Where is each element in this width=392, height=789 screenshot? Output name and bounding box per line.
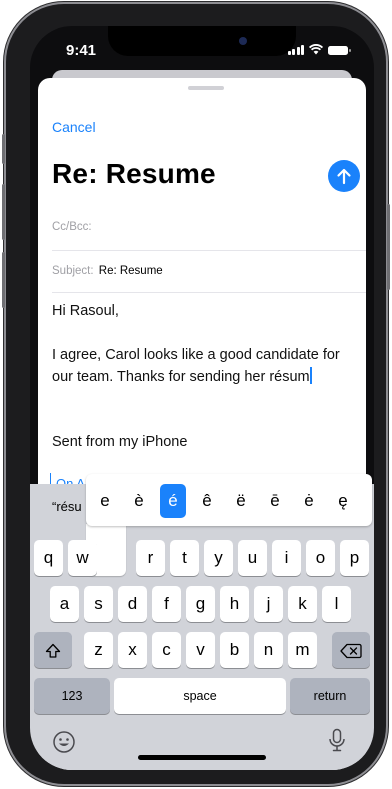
send-button[interactable]	[328, 160, 360, 192]
volume-down-button	[2, 252, 5, 308]
power-button	[387, 204, 390, 290]
body-paragraph[interactable]: I agree, Carol looks like a good candida…	[52, 344, 340, 388]
key-h[interactable]: h	[220, 586, 249, 622]
accent-key[interactable]: ë	[228, 484, 254, 518]
key-q[interactable]: q	[34, 540, 63, 576]
battery-icon	[328, 46, 351, 55]
shift-icon	[45, 643, 61, 658]
status-icons	[287, 44, 351, 55]
keyboard: “résu e è é ê ë ē ė ę q w r t y u i o p	[30, 474, 374, 770]
arrow-up-icon	[337, 168, 351, 185]
accent-key[interactable]: ē	[262, 484, 288, 518]
key-u[interactable]: u	[238, 540, 267, 576]
key-r[interactable]: r	[136, 540, 165, 576]
key-l[interactable]: l	[322, 586, 351, 622]
accent-popup: e è é ê ë ē ė ę	[86, 474, 372, 526]
key-s[interactable]: s	[84, 586, 113, 622]
dictation-button[interactable]	[328, 728, 346, 759]
signal-icon	[287, 45, 304, 55]
key-v[interactable]: v	[186, 632, 215, 668]
body-line: I agree, Carol looks like a good candida…	[52, 347, 340, 363]
screen: 9:41 Cancel Re: Resume Cc/Bcc: Subject: …	[30, 26, 374, 770]
shift-key[interactable]	[34, 632, 72, 668]
microphone-icon	[329, 728, 345, 752]
key-y[interactable]: y	[204, 540, 233, 576]
delete-icon	[340, 643, 362, 658]
accent-key-selected[interactable]: é	[160, 484, 186, 518]
key-o[interactable]: o	[306, 540, 335, 576]
key-i[interactable]: i	[272, 540, 301, 576]
accent-key[interactable]: ê	[194, 484, 220, 518]
key-m[interactable]: m	[288, 632, 317, 668]
key-b[interactable]: b	[220, 632, 249, 668]
signature[interactable]: Sent from my iPhone	[52, 431, 187, 453]
camera-icon	[239, 37, 247, 45]
sheet-grabber[interactable]	[188, 86, 224, 90]
cc-bcc-field[interactable]: Cc/Bcc:	[52, 221, 366, 233]
text-cursor	[309, 367, 312, 384]
key-w[interactable]: w	[68, 540, 97, 576]
accent-key[interactable]: ė	[296, 484, 322, 518]
key-t[interactable]: t	[170, 540, 199, 576]
subject-field[interactable]: Subject: Re: Resume	[52, 265, 366, 277]
cancel-button[interactable]: Cancel	[52, 119, 96, 135]
body-greeting[interactable]: Hi Rasoul,	[52, 300, 119, 322]
key-j[interactable]: j	[254, 586, 283, 622]
notch	[108, 26, 296, 56]
key-k[interactable]: k	[288, 586, 317, 622]
body-line: our team. Thanks for sending her résum	[52, 369, 310, 385]
key-z[interactable]: z	[84, 632, 113, 668]
space-key[interactable]: space	[114, 678, 286, 714]
key-f[interactable]: f	[152, 586, 181, 622]
email-title: Re: Resume	[52, 158, 216, 189]
key-x[interactable]: x	[118, 632, 147, 668]
key-n[interactable]: n	[254, 632, 283, 668]
return-key[interactable]: return	[290, 678, 370, 714]
subject-value: Re: Resume	[98, 265, 163, 277]
emoji-button[interactable]	[52, 730, 76, 759]
status-time: 9:41	[66, 42, 97, 59]
delete-key[interactable]	[332, 632, 370, 668]
numbers-key[interactable]: 123	[34, 678, 110, 714]
subject-label: Subject:	[52, 265, 94, 277]
volume-up-button	[2, 184, 5, 240]
phone-frame: 9:41 Cancel Re: Resume Cc/Bcc: Subject: …	[2, 4, 390, 784]
key-g[interactable]: g	[186, 586, 215, 622]
accent-key[interactable]: è	[126, 484, 152, 518]
cc-bcc-label: Cc/Bcc:	[52, 221, 92, 233]
key-d[interactable]: d	[118, 586, 147, 622]
wifi-icon	[309, 44, 323, 55]
home-indicator[interactable]	[138, 755, 266, 760]
key-a[interactable]: a	[50, 586, 79, 622]
prediction-word[interactable]: “résu	[52, 499, 82, 514]
divider	[52, 292, 366, 293]
accent-key[interactable]: e	[92, 484, 118, 518]
key-p[interactable]: p	[340, 540, 369, 576]
accent-key[interactable]: ę	[330, 484, 356, 518]
mute-switch	[2, 134, 5, 164]
emoji-icon	[53, 731, 75, 753]
key-c[interactable]: c	[152, 632, 181, 668]
divider	[52, 250, 366, 251]
